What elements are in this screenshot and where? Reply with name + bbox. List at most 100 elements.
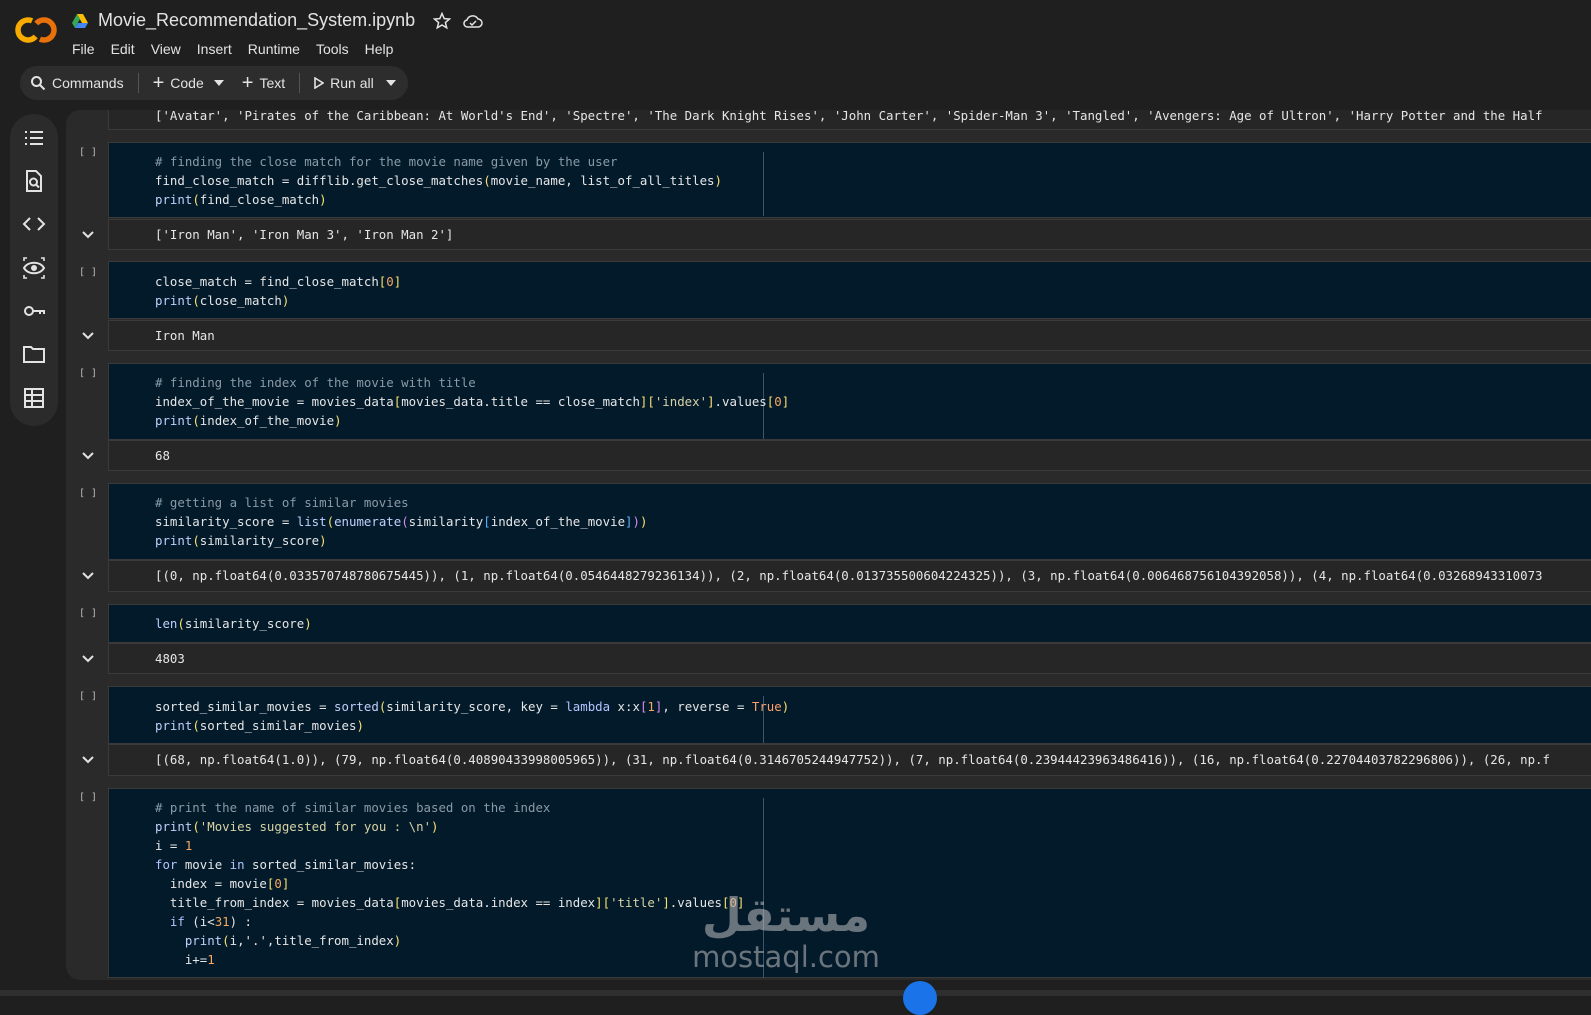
secrets-key-icon[interactable]: [22, 299, 46, 323]
toolbar-divider: [299, 73, 301, 93]
code-token: (: [326, 514, 335, 529]
code-token: find_close_match: [199, 192, 320, 207]
code-token: print: [155, 192, 193, 207]
colab-logo[interactable]: [14, 12, 58, 48]
code-token: sorted_similar_movies: [199, 718, 357, 733]
caret-down-icon: [213, 80, 224, 86]
code-cell[interactable]: close_match = find_close_match[0] print(…: [108, 261, 1591, 319]
add-code-button[interactable]: + Code: [143, 66, 214, 100]
code-token: (: [483, 173, 491, 188]
find-replace-icon[interactable]: [22, 169, 46, 193]
code-token: ): [639, 514, 648, 529]
run-cell-button[interactable]: [ ]: [78, 147, 98, 158]
watermark-latin: mostaql.com: [692, 940, 880, 974]
commands-button[interactable]: Commands: [20, 66, 134, 100]
code-token: [: [602, 895, 611, 910]
notebook-title[interactable]: Movie_Recommendation_System.ipynb: [98, 10, 415, 31]
caret-down-icon: [385, 80, 396, 86]
data-table-icon[interactable]: [22, 386, 46, 410]
code-token: sorted_similar_movies:: [244, 857, 417, 872]
output-area: Iron Man: [108, 320, 1591, 351]
code-token: index_of_the_movie: [199, 413, 335, 428]
output-area: 68: [108, 440, 1591, 471]
line-length-ruler: [763, 152, 764, 216]
code-token: (: [192, 293, 200, 308]
code-line: if (i<31) :: [155, 912, 252, 931]
code-token: close_match = find_close_match: [155, 274, 379, 289]
cloud-saved-icon[interactable]: [463, 12, 483, 30]
run-cell-button[interactable]: [ ]: [78, 608, 98, 619]
code-dropdown[interactable]: [213, 66, 232, 100]
variables-icon[interactable]: [22, 256, 46, 280]
header: Movie_Recommendation_System.ipynb File E…: [0, 0, 1591, 64]
code-token: in: [229, 857, 245, 872]
output-text: [(68, np.float64(1.0)), (79, np.float64(…: [155, 752, 1550, 767]
code-token: ): [431, 819, 439, 834]
code-token: (: [192, 718, 200, 733]
run-cell-button[interactable]: [ ]: [78, 792, 98, 803]
code-token: similarity_score: [199, 533, 320, 548]
files-folder-icon[interactable]: [22, 342, 46, 366]
menu-insert[interactable]: Insert: [197, 41, 239, 57]
code-cell[interactable]: len(similarity_score): [108, 604, 1591, 643]
code-cell[interactable]: # finding the close match for the movie …: [108, 142, 1591, 218]
code-line: print('Movies suggested for you : \n'): [155, 817, 439, 836]
menu-file[interactable]: File: [72, 41, 102, 57]
horizontal-scrollbar[interactable]: [0, 990, 1591, 996]
run-all-button[interactable]: Run all: [304, 66, 384, 100]
code-token: i,'.',title_from_index: [229, 933, 394, 948]
code-token: 1: [647, 699, 655, 714]
menu-view[interactable]: View: [151, 41, 188, 57]
chevron-down-icon[interactable]: [80, 651, 96, 667]
floating-action-button[interactable]: [903, 981, 937, 1015]
code-token: movies_data.title == close_match: [401, 394, 640, 409]
chevron-down-icon[interactable]: [80, 328, 96, 344]
menu-edit[interactable]: Edit: [111, 41, 142, 57]
code-token: ]: [707, 394, 715, 409]
chevron-down-icon[interactable]: [80, 568, 96, 584]
code-line: print(sorted_similar_movies): [155, 716, 364, 735]
output-text: ['Avatar', 'Pirates of the Caribbean: At…: [155, 110, 1543, 123]
run-all-dropdown[interactable]: [384, 66, 408, 100]
code-token: movie: [177, 857, 230, 872]
code-token: ): [781, 699, 790, 714]
menu-runtime[interactable]: Runtime: [248, 41, 307, 57]
output-area: ['Iron Man', 'Iron Man 3', 'Iron Man 2']: [108, 219, 1591, 250]
run-all-label: Run all: [330, 75, 374, 91]
add-text-button[interactable]: + Text: [232, 66, 295, 100]
code-comment: # finding the index of the movie with ti…: [155, 375, 476, 390]
run-cell-button[interactable]: [ ]: [78, 691, 98, 702]
code-token: 'Movies suggested for you : \n': [199, 819, 432, 834]
code-token: print: [155, 413, 193, 428]
table-of-contents-icon[interactable]: [22, 126, 46, 150]
menu-help[interactable]: Help: [365, 41, 401, 57]
code-cell[interactable]: # finding the index of the movie with ti…: [108, 363, 1591, 440]
drive-icon[interactable]: [72, 13, 88, 29]
code-token: print: [155, 933, 223, 948]
code-cell[interactable]: sorted_similar_movies = sorted (similarit…: [108, 686, 1591, 744]
code-token: ): [334, 413, 342, 428]
code-comment: # getting a list of similar movies: [155, 495, 409, 510]
run-cell-button[interactable]: [ ]: [78, 267, 98, 278]
star-icon[interactable]: [433, 11, 452, 30]
code-token: len: [155, 616, 178, 631]
watermark-arabic: مستقل: [701, 888, 871, 942]
run-cell-button[interactable]: [ ]: [78, 368, 98, 379]
code-token: i =: [155, 838, 185, 853]
code-snippets-icon[interactable]: [22, 212, 46, 236]
chevron-down-icon[interactable]: [80, 752, 96, 768]
plus-icon: +: [241, 72, 254, 94]
output-text: [(0, np.float64(0.033570748780675445)), …: [155, 568, 1543, 583]
code-token: 0: [386, 274, 394, 289]
code-token: if: [155, 914, 185, 929]
chevron-down-icon[interactable]: [80, 227, 96, 243]
commands-label: Commands: [52, 75, 124, 91]
code-token: index = movie: [155, 876, 267, 891]
code-cell[interactable]: # getting a list of similar movies simil…: [108, 483, 1591, 560]
code-token: ): [319, 533, 327, 548]
code-line: print(similarity_score): [155, 531, 327, 550]
menu-tools[interactable]: Tools: [316, 41, 356, 57]
output-area: [(68, np.float64(1.0)), (79, np.float64(…: [108, 744, 1591, 776]
run-cell-button[interactable]: [ ]: [78, 488, 98, 499]
chevron-down-icon[interactable]: [80, 448, 96, 464]
